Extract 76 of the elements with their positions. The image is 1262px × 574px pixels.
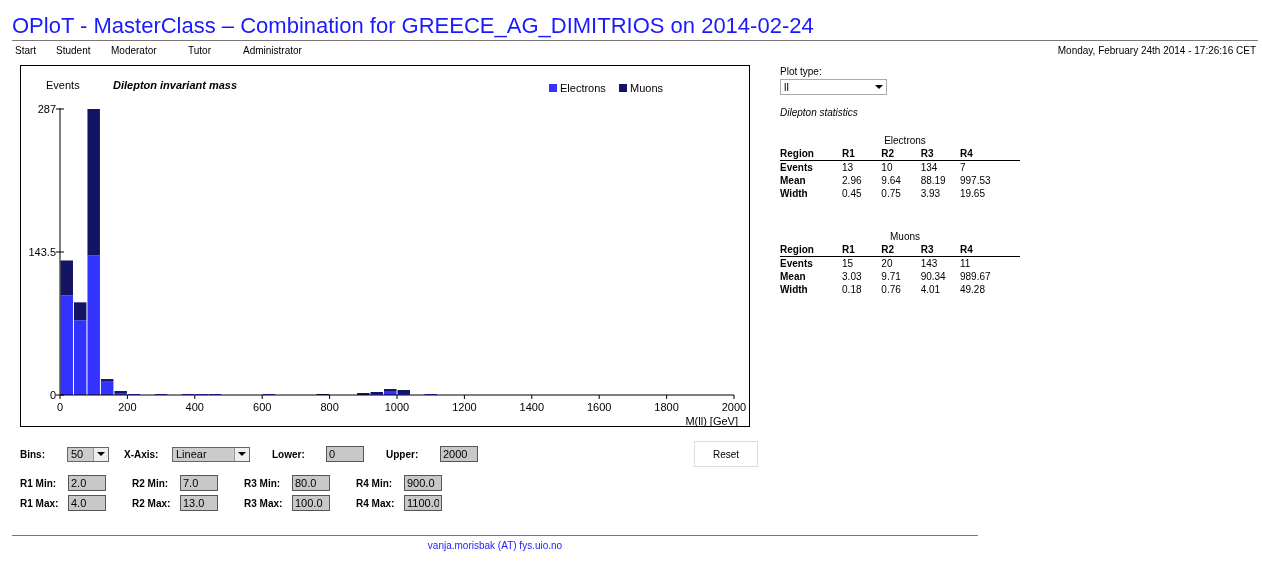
table-cell: 2.96 bbox=[842, 174, 882, 187]
table-cell-text: 19.65 bbox=[959, 187, 986, 200]
x-tick-label: 400 bbox=[185, 401, 204, 413]
x-tick-label: 800 bbox=[320, 401, 339, 413]
row-header: Mean bbox=[780, 270, 843, 283]
y-tick-label: 287 bbox=[37, 103, 56, 115]
y-axis-label: Events bbox=[46, 79, 80, 91]
region-max-label: R1 Max: bbox=[20, 497, 60, 509]
row-header: Events bbox=[780, 160, 843, 174]
stats-title: Dilepton statistics bbox=[780, 107, 859, 118]
x-tick-label: 1800 bbox=[654, 401, 679, 413]
column-header: Region bbox=[780, 147, 843, 161]
table-cell: 90.34 bbox=[920, 270, 960, 283]
column-header: R2 bbox=[881, 243, 921, 257]
column-header: R4 bbox=[959, 243, 1020, 257]
row-header: Events bbox=[780, 256, 843, 270]
region-min-label: R1 Min: bbox=[20, 477, 58, 489]
x-tick-label: 2000 bbox=[721, 401, 747, 413]
table-cell: 3.93 bbox=[920, 187, 960, 200]
plot-type-label: Plot type: bbox=[780, 66, 823, 77]
date-time: Monday, February 24th 2014 - 17:26:16 CET bbox=[1057, 45, 1257, 58]
y-tick-label: 143.5 bbox=[28, 246, 56, 258]
column-header: R2 bbox=[881, 147, 921, 161]
x-tick-label: 0 bbox=[56, 401, 64, 413]
x-tick-label: 1000 bbox=[384, 401, 410, 413]
table-cell-text: 49.28 bbox=[959, 283, 986, 296]
table-cell: 88.19 bbox=[920, 174, 960, 187]
table-cell: 134 bbox=[920, 160, 960, 174]
y-tick-label: 0 bbox=[49, 389, 56, 401]
table-heading: Electrons bbox=[884, 135, 926, 146]
column-header: R1 bbox=[842, 147, 882, 161]
column-header: R3 bbox=[920, 243, 960, 257]
bins-label: Bins: bbox=[20, 448, 46, 460]
table-cell: 0.18 bbox=[842, 283, 882, 296]
table-cell: 0.76 bbox=[881, 283, 921, 296]
upper-label: Upper: bbox=[386, 448, 420, 460]
region-max-label: R2 Max: bbox=[132, 497, 172, 509]
row-header: Width bbox=[780, 283, 843, 296]
table-cell: 9.64 bbox=[881, 174, 921, 187]
table-cell: 20 bbox=[881, 256, 921, 270]
region-max-label: R4 Max: bbox=[356, 497, 396, 509]
x-tick-label: 1400 bbox=[519, 401, 545, 413]
page-title: OPloT - MasterClass – Combination for GREECE_AG_DIMITRIOS on 2014-02-24 bbox=[12, 0, 1258, 41]
table-cell: 4.01 bbox=[920, 283, 960, 296]
table-cell: 13 bbox=[842, 160, 882, 174]
x-tick-label: 1600 bbox=[586, 401, 612, 413]
table-cell: 7 bbox=[959, 160, 1020, 174]
table-cell: 143 bbox=[920, 256, 960, 270]
region-min-label: R3 Min: bbox=[244, 477, 282, 489]
table-cell-text: 989.67 bbox=[959, 270, 992, 283]
x-tick-label: 200 bbox=[118, 401, 137, 413]
column-header: R3 bbox=[920, 147, 960, 161]
table-heading: Muons bbox=[890, 231, 920, 242]
table-cell: 11 bbox=[959, 256, 1020, 270]
lower-label: Lower: bbox=[272, 448, 306, 460]
x-tick-label: 600 bbox=[253, 401, 272, 413]
table-cell: 0.75 bbox=[881, 187, 921, 200]
row-header: Width bbox=[780, 187, 843, 200]
column-header: Region bbox=[780, 243, 843, 257]
table-cell-text: 997.53 bbox=[959, 174, 992, 187]
row-header: Mean bbox=[780, 174, 843, 187]
region-min-label: R2 Min: bbox=[132, 477, 170, 489]
table-cell: 10 bbox=[881, 160, 921, 174]
chart-title: Dilepton invariant mass bbox=[113, 79, 238, 91]
column-header: R4 bbox=[959, 147, 1020, 161]
table-cell: 15 bbox=[842, 256, 882, 270]
table-cell: 9.71 bbox=[881, 270, 921, 283]
legend-label: Muons bbox=[630, 82, 664, 94]
table-cell: 0.45 bbox=[842, 187, 882, 200]
region-min-label: R4 Min: bbox=[356, 477, 394, 489]
region-max-label: R3 Max: bbox=[244, 497, 284, 509]
column-header: R1 bbox=[842, 243, 882, 257]
legend-label: Electrons bbox=[560, 82, 606, 94]
x-axis-label: X-Axis: bbox=[124, 448, 160, 460]
x-tick-label: 1200 bbox=[452, 401, 477, 413]
table-cell: 3.03 bbox=[842, 270, 882, 283]
